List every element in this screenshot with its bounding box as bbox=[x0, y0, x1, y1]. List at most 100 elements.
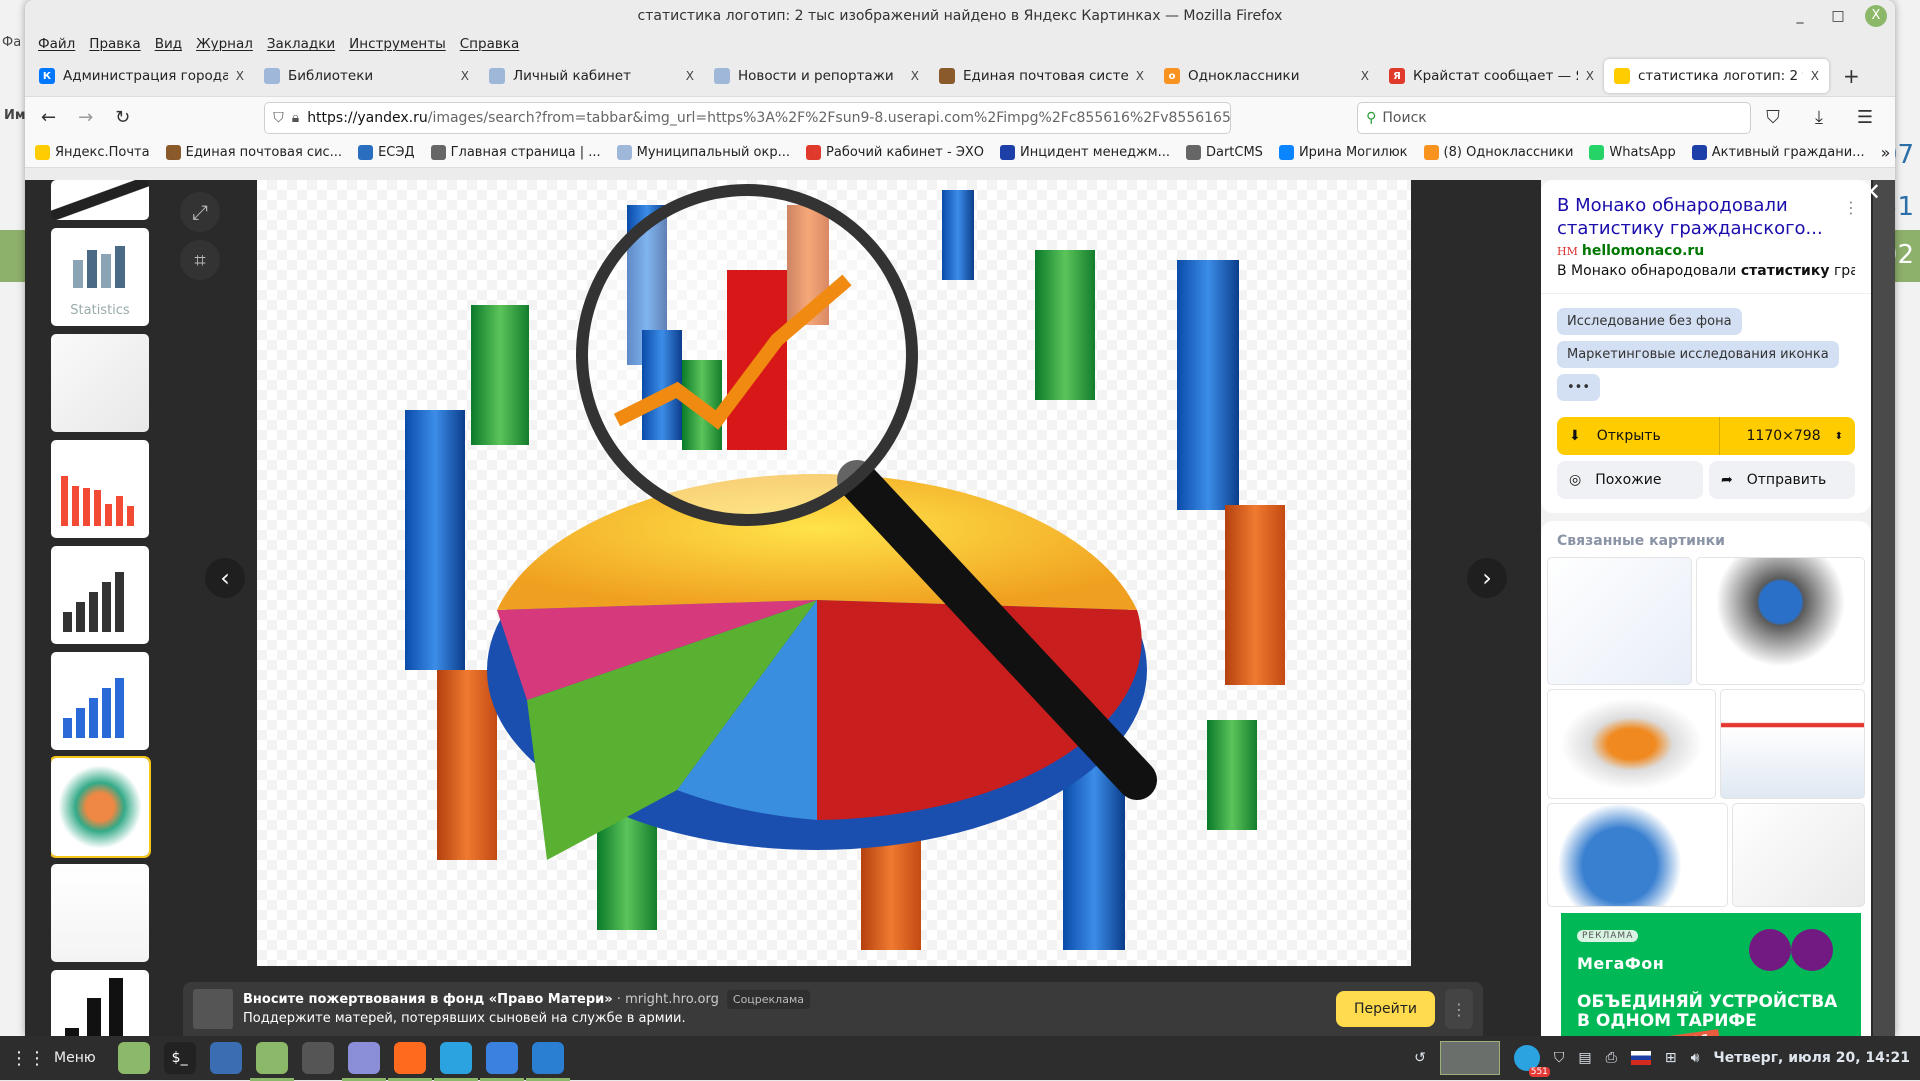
taskbar-system-monitor[interactable] bbox=[301, 1042, 334, 1074]
taskbar-document[interactable] bbox=[525, 1042, 570, 1081]
open-image-button[interactable]: ⬇ Открыть bbox=[1557, 417, 1720, 455]
close-window-button[interactable]: X bbox=[1865, 5, 1887, 27]
back-button[interactable]: ← bbox=[33, 102, 64, 134]
bookmark-item[interactable]: Муниципальный окр... bbox=[616, 145, 790, 160]
thumbnail-black-growth-chart[interactable] bbox=[51, 546, 149, 644]
tab[interactable]: Я Крайстат сообщает — Янд X bbox=[1379, 59, 1604, 93]
tab-close-button[interactable]: X bbox=[1361, 69, 1369, 83]
size-select[interactable]: 1170×798 ⬍ bbox=[1720, 428, 1855, 444]
tab[interactable]: Новости и репортажи X bbox=[704, 59, 929, 93]
menu-history[interactable]: Журнал bbox=[189, 36, 260, 52]
new-tab-button[interactable]: + bbox=[1843, 64, 1860, 88]
tab[interactable]: о Одноклассники X bbox=[1154, 59, 1379, 93]
next-image-button[interactable]: › bbox=[1467, 558, 1507, 598]
main-image[interactable] bbox=[257, 180, 1411, 966]
tab[interactable]: Библиотеки X bbox=[254, 59, 479, 93]
taskbar-terminal[interactable]: $_ bbox=[163, 1042, 196, 1074]
tag-chip[interactable]: Исследование без фона bbox=[1557, 308, 1742, 335]
russian-flag-icon[interactable] bbox=[1630, 1051, 1651, 1065]
ad-go-button[interactable]: Перейти bbox=[1336, 991, 1435, 1027]
ad-more-button[interactable]: ⋮ bbox=[1445, 989, 1473, 1029]
thumbnail-board-magnifier-chart[interactable] bbox=[51, 864, 149, 962]
crop-button[interactable]: ⌗ bbox=[180, 240, 220, 280]
maximize-button[interactable]: □ bbox=[1827, 8, 1849, 24]
menu-view[interactable]: Вид bbox=[148, 36, 189, 52]
tab-close-button[interactable]: X bbox=[236, 69, 244, 83]
clock[interactable]: Четверг, июля 20, 14:21 bbox=[1713, 1050, 1910, 1066]
tag-chip[interactable]: Маркетинговые исследования иконка bbox=[1557, 341, 1839, 368]
related-image[interactable] bbox=[1731, 803, 1865, 907]
related-image[interactable] bbox=[1719, 689, 1865, 799]
bookmark-item[interactable]: Активный граждани... bbox=[1691, 145, 1865, 160]
downloads-button[interactable]: ⤓ bbox=[1803, 102, 1835, 134]
tab-close-button[interactable]: X bbox=[1586, 69, 1594, 83]
menu-edit[interactable]: Правка bbox=[82, 36, 147, 52]
source-title-link[interactable]: В Монако обнародовали статистику граждан… bbox=[1557, 194, 1837, 240]
thumbnail-black-bars[interactable] bbox=[51, 970, 149, 1036]
bookmark-item[interactable]: Ирина Могилюк bbox=[1278, 145, 1408, 160]
tab-close-button[interactable]: X bbox=[911, 69, 919, 83]
tab[interactable]: Единая почтовая система X bbox=[929, 59, 1154, 93]
megafon-ad[interactable]: РЕКЛАМА МегаФон ОБЪЕДИНЯЙ УСТРОЙСТВА В О… bbox=[1561, 913, 1861, 1036]
bookmark-item[interactable]: ЕСЭД bbox=[358, 145, 415, 160]
thumbnail-line-pie-chart[interactable] bbox=[51, 334, 149, 432]
bookmark-item[interactable]: Главная страница | ... bbox=[430, 145, 601, 160]
telegram-tray-icon[interactable]: 551 bbox=[1513, 1045, 1550, 1077]
bookmark-item[interactable]: Рабочий кабинет - ЭХО bbox=[806, 145, 984, 160]
related-image[interactable] bbox=[1547, 557, 1693, 685]
bookmark-item[interactable]: DartCMS bbox=[1185, 145, 1263, 160]
related-image[interactable] bbox=[1547, 689, 1716, 799]
reload-button[interactable]: ↻ bbox=[107, 102, 138, 134]
printer-icon[interactable]: ⎙ bbox=[1606, 1050, 1617, 1066]
app-menu-button[interactable]: ☰ bbox=[1849, 102, 1881, 134]
taskbar-firefox[interactable] bbox=[387, 1042, 432, 1081]
history-icon[interactable]: ↺ bbox=[1414, 1050, 1426, 1066]
more-tags-button[interactable]: ••• bbox=[1557, 374, 1601, 401]
more-options-icon[interactable]: ⋮ bbox=[1843, 198, 1859, 217]
search-input[interactable]: ⚲ Поиск bbox=[1357, 101, 1751, 134]
thumbnail-strip[interactable]: Statistics bbox=[51, 180, 151, 1036]
shield-icon[interactable]: ⛉ bbox=[273, 110, 284, 126]
notes-tray-icon[interactable]: ▤ bbox=[1578, 1050, 1591, 1066]
menu-tools[interactable]: Инструменты bbox=[342, 36, 453, 52]
related-image[interactable] bbox=[1547, 803, 1728, 907]
taskbar-show-desktop[interactable] bbox=[117, 1042, 150, 1074]
tab[interactable]: статистика логотип: 2 тыс X bbox=[1604, 59, 1829, 93]
volume-icon[interactable]: 🔊︎ bbox=[1691, 1050, 1700, 1066]
tab-close-button[interactable]: X bbox=[1811, 69, 1819, 83]
bookmark-item[interactable]: Единая почтовая сис... bbox=[165, 145, 342, 160]
taskbar-files[interactable] bbox=[249, 1042, 294, 1081]
menu-bookmarks[interactable]: Закладки bbox=[260, 36, 342, 52]
tab-close-button[interactable]: X bbox=[1136, 69, 1144, 83]
similar-button[interactable]: ◎ Похожие bbox=[1557, 461, 1703, 499]
menu-file[interactable]: Файл bbox=[31, 36, 82, 52]
ad-title[interactable]: Вносите пожертвования в фонд «Право Мате… bbox=[243, 992, 613, 1007]
site-link[interactable]: hellomonaco.ru bbox=[1582, 243, 1704, 259]
forward-button[interactable]: → bbox=[70, 102, 101, 134]
share-button[interactable]: ➦ Отправить bbox=[1709, 461, 1855, 499]
taskbar-telegram[interactable] bbox=[433, 1042, 478, 1081]
thumbnail-red-decline-chart[interactable] bbox=[51, 440, 149, 538]
network-icon[interactable]: ⊞ bbox=[1665, 1050, 1677, 1066]
url-bar[interactable]: ⛉ 🔒︎ https://yandex.ru/images/search?fro… bbox=[264, 101, 1232, 134]
lock-icon[interactable]: 🔒︎ bbox=[292, 110, 299, 126]
tab[interactable]: Личный кабинет X bbox=[479, 59, 704, 93]
menu-help[interactable]: Справка bbox=[453, 36, 526, 52]
thumbnail-tablet-chart[interactable] bbox=[51, 180, 149, 220]
tab-close-button[interactable]: X bbox=[686, 69, 694, 83]
close-viewer-button[interactable]: ✕ bbox=[1861, 178, 1881, 206]
minimize-button[interactable]: _ bbox=[1789, 8, 1811, 24]
pocket-button[interactable]: ⛉ bbox=[1757, 102, 1789, 134]
tab[interactable]: К Администрация города Ша X bbox=[29, 59, 254, 93]
bookmark-item[interactable]: (8) Одноклассники bbox=[1423, 145, 1573, 160]
bookmark-item[interactable]: WhatsApp bbox=[1589, 145, 1676, 160]
related-image[interactable] bbox=[1696, 557, 1865, 685]
shield-tray-icon[interactable]: ⛉ bbox=[1554, 1050, 1565, 1066]
thumbnail-magnifier-pie-chart[interactable] bbox=[51, 756, 151, 858]
fullscreen-button[interactable]: ⤢ bbox=[180, 192, 220, 232]
taskbar-screenshot[interactable] bbox=[209, 1042, 242, 1074]
thumbnail-statistics-icon[interactable]: Statistics bbox=[51, 228, 149, 326]
thumbnail-blue-growth-chart[interactable] bbox=[51, 652, 149, 750]
previous-image-button[interactable]: ‹ bbox=[205, 558, 245, 598]
start-menu-button[interactable]: ⋮⋮ Меню bbox=[10, 1048, 96, 1069]
